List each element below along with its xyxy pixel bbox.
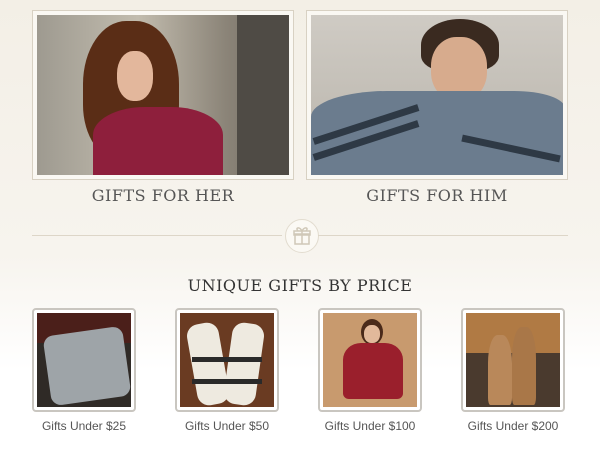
red-poncho-image[interactable] — [323, 313, 417, 407]
divider-right — [318, 235, 568, 236]
gifts-for-her-image[interactable] — [37, 15, 289, 175]
gifts-under-200-tile[interactable] — [461, 308, 565, 412]
section-title: UNIQUE GIFTS BY PRICE — [187, 276, 413, 295]
divider-left — [32, 235, 282, 236]
gifts-under-25-tile[interactable] — [32, 308, 136, 412]
gifts-for-him-label[interactable]: GIFTS FOR HIM — [306, 186, 568, 205]
gifts-under-100-tile[interactable] — [318, 308, 422, 412]
gifts-for-him-card[interactable] — [306, 10, 568, 180]
gifts-under-100-label[interactable]: Gifts Under $100 — [310, 419, 430, 433]
gifts-under-200-label[interactable]: Gifts Under $200 — [453, 419, 573, 433]
knit-gloves-image[interactable] — [180, 313, 274, 407]
wood-sculpture-image[interactable] — [466, 313, 560, 407]
gifts-for-him-image[interactable] — [311, 15, 563, 175]
gifts-under-50-label[interactable]: Gifts Under $50 — [167, 419, 287, 433]
gifts-for-her-label[interactable]: GIFTS FOR HER — [32, 186, 294, 205]
gray-scarf-image[interactable] — [37, 313, 131, 407]
gifts-for-her-card[interactable] — [32, 10, 294, 180]
gift-icon — [285, 219, 319, 253]
gifts-under-50-tile[interactable] — [175, 308, 279, 412]
gifts-under-25-label[interactable]: Gifts Under $25 — [24, 419, 144, 433]
